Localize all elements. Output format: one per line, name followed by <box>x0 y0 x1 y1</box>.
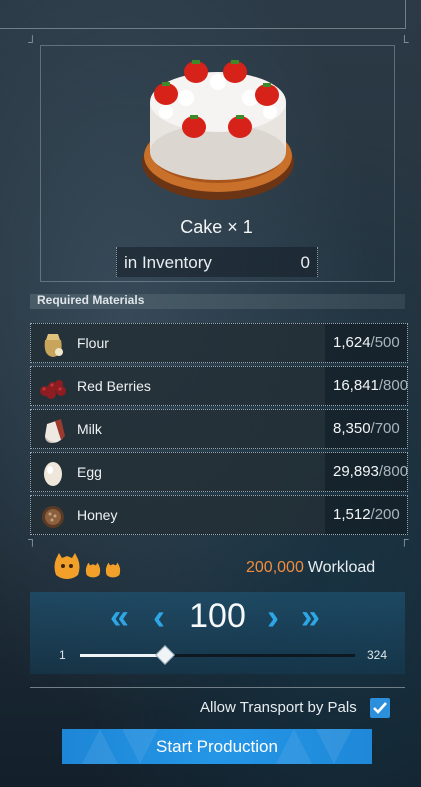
inventory-value: 0 <box>300 253 310 272</box>
slider-fill <box>80 654 165 657</box>
corner-mark: ┘ <box>28 35 37 49</box>
material-name-cell <box>31 367 325 405</box>
material-quantity: 1,512/200 <box>333 506 400 523</box>
material-quantity: 29,893/800 <box>333 463 409 480</box>
flour-sack-icon <box>44 334 63 357</box>
quantity-value: 100 <box>189 597 246 635</box>
quantity-slider[interactable] <box>80 645 355 665</box>
material-name: Honey <box>77 507 118 523</box>
workload-label: Workload <box>307 559 376 576</box>
material-name: Red Berries <box>77 378 151 394</box>
material-name-cell <box>31 453 325 491</box>
item-title: Cake × 1 <box>180 217 253 237</box>
corner-mark: └ <box>400 35 409 49</box>
start-production-button[interactable]: Start Production <box>62 729 372 764</box>
material-row-red-berries: Red Berries 16,841/800 <box>30 366 408 406</box>
egg-icon <box>44 462 62 486</box>
cake-icon <box>142 60 294 200</box>
divider <box>30 687 405 688</box>
material-row-honey: Honey 1,512/200 <box>30 495 408 535</box>
material-quantity: 1,624/500 <box>333 334 400 351</box>
slider-thumb[interactable] <box>155 645 176 665</box>
material-row-egg: Egg 29,893/800 <box>30 452 408 492</box>
pal-work-icon-large <box>54 553 80 579</box>
decrease-fast-button[interactable]: « <box>110 598 129 637</box>
workload-display: 200,000 Workload <box>246 559 375 577</box>
quantity-stepper: « ‹ 100 › » 1 324 <box>30 592 405 674</box>
allow-transport-checkbox[interactable] <box>370 698 390 718</box>
workload-value: 200,000 <box>246 559 304 576</box>
material-row-milk: Milk 8,350/700 <box>30 409 408 449</box>
allow-transport-label: Allow Transport by Pals <box>200 699 357 716</box>
materials-list: Flour 1,624/500 Red Berries 16,841/800 M… <box>30 323 410 538</box>
material-row-flour: Flour 1,624/500 <box>30 323 408 363</box>
material-name: Flour <box>77 335 109 351</box>
red-berries-icon <box>40 380 66 399</box>
material-name-cell <box>31 324 325 362</box>
material-name-cell <box>31 410 325 448</box>
decrease-button[interactable]: ‹ <box>153 596 165 638</box>
top-panel-frame <box>0 0 406 29</box>
milk-icon <box>45 419 65 443</box>
material-quantity: 16,841/800 <box>333 377 409 394</box>
slider-max-label: 324 <box>367 648 388 662</box>
start-production-label: Start Production <box>156 737 278 756</box>
slider-min-label: 1 <box>59 648 66 662</box>
inventory-count-box: in Inventory 0 <box>116 247 318 277</box>
checkmark-icon <box>373 702 387 714</box>
pal-work-icon-small <box>85 562 101 578</box>
honey-icon <box>42 506 64 528</box>
material-quantity: 8,350/700 <box>333 420 400 437</box>
pal-work-icon-small <box>105 562 121 578</box>
material-name: Milk <box>77 421 102 437</box>
required-materials-header: Required Materials <box>30 293 405 309</box>
increase-button[interactable]: › <box>267 596 279 638</box>
material-name: Egg <box>77 464 102 480</box>
increase-fast-button[interactable]: » <box>301 598 320 637</box>
material-name-cell <box>31 496 325 534</box>
inventory-label: in Inventory <box>124 253 212 272</box>
